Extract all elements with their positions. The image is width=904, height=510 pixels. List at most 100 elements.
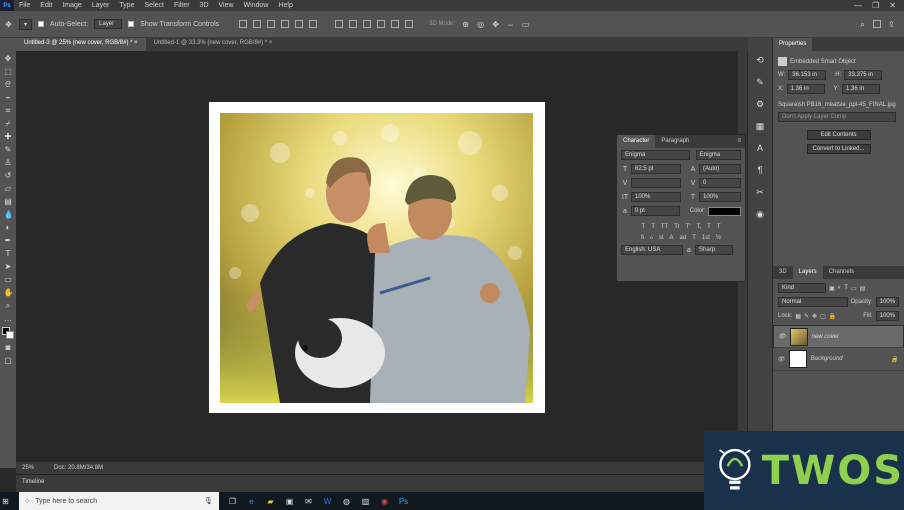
swatches-icon[interactable]: ▦ <box>754 120 766 132</box>
dodge-tool-icon[interactable]: ◐ <box>4 223 13 232</box>
ordinals-button[interactable]: 1st <box>702 235 710 241</box>
align-vcenter-icon[interactable] <box>253 20 262 28</box>
tracking-field[interactable]: 0 <box>699 178 741 188</box>
ligatures-button[interactable]: fi <box>641 235 644 241</box>
vertical-scale-field[interactable]: 100% <box>631 192 681 202</box>
blur-tool-icon[interactable]: 💧 <box>4 210 14 219</box>
tab-3d[interactable]: 3D <box>773 266 793 279</box>
close-button[interactable]: ✕ <box>889 1 896 10</box>
more-tools-icon[interactable]: … <box>4 314 13 323</box>
menu-edit[interactable]: Edit <box>35 2 57 9</box>
menu-window[interactable]: Window <box>239 2 274 9</box>
superscript-button[interactable]: T' <box>686 224 691 230</box>
type-tool-icon[interactable]: T <box>4 249 13 258</box>
distribute-hcenter-icon[interactable] <box>391 20 400 28</box>
menu-filter[interactable]: Filter <box>169 2 195 9</box>
timeline-tab[interactable]: Timeline <box>22 479 44 485</box>
tab-channels[interactable]: Channels <box>823 266 860 279</box>
lock-paint-icon[interactable]: ✎ <box>804 313 809 320</box>
eraser-tool-icon[interactable]: ▱ <box>4 184 13 193</box>
roll-3d-icon[interactable]: ◎ <box>476 20 485 29</box>
layer-filter-dropdown[interactable]: Kind <box>778 283 826 293</box>
leading-field[interactable]: (Auto) <box>699 164 741 174</box>
faux-italic-button[interactable]: T <box>651 224 655 230</box>
subscript-button[interactable]: T, <box>696 224 701 230</box>
underline-button[interactable]: T <box>707 224 711 230</box>
stamp-tool-icon[interactable]: ♙ <box>4 158 13 167</box>
lasso-tool-icon[interactable]: ᘓ <box>4 80 13 89</box>
mail-icon[interactable]: ✉ <box>303 496 314 507</box>
tools-icon[interactable]: ✂ <box>754 186 766 198</box>
blend-mode-dropdown[interactable]: Normal <box>778 297 848 307</box>
baseline-shift-field[interactable]: 0 pt <box>630 206 680 216</box>
distribute-top-icon[interactable] <box>335 20 344 28</box>
marquee-tool-icon[interactable]: ⬚ <box>4 67 13 76</box>
convert-to-linked-button[interactable]: Convert to Linked... <box>806 144 871 154</box>
doc-size[interactable]: Doc: 20.8M/34.8M <box>54 465 103 471</box>
pen-tool-icon[interactable]: ✒ <box>4 236 13 245</box>
word-icon[interactable]: W <box>322 496 333 507</box>
distribute-right-icon[interactable] <box>405 20 414 28</box>
screen-mode-icon[interactable]: ▢ <box>4 356 13 365</box>
fill-field[interactable]: 100% <box>875 311 899 321</box>
filter-shape-icon[interactable]: ▭ <box>851 285 857 292</box>
all-caps-button[interactable]: TT <box>661 224 668 230</box>
align-right-icon[interactable] <box>309 20 318 28</box>
history-icon[interactable]: ⟲ <box>754 54 766 66</box>
menu-layer[interactable]: Layer <box>87 2 115 9</box>
lock-artboard-icon[interactable]: ▢ <box>820 313 826 320</box>
edit-contents-button[interactable]: Edit Contents <box>806 130 871 140</box>
layer-name[interactable]: Background <box>811 356 843 362</box>
x-field[interactable]: 1.36 in <box>786 84 825 94</box>
restore-button[interactable]: ❐ <box>872 1 879 10</box>
healing-tool-icon[interactable]: ✚ <box>4 132 13 141</box>
menu-3d[interactable]: 3D <box>195 2 214 9</box>
strikethrough-button[interactable]: T <box>717 224 721 230</box>
show-transform-checkbox[interactable] <box>128 21 135 27</box>
font-style-dropdown[interactable]: Enigma <box>695 150 741 160</box>
lock-position-icon[interactable]: ✥ <box>812 313 817 320</box>
history-brush-icon[interactable]: ↺ <box>4 171 13 180</box>
align-hcenter-icon[interactable] <box>295 20 304 28</box>
language-dropdown[interactable]: English: USA <box>621 245 683 255</box>
move-tool-icon[interactable]: ✥ <box>4 20 13 29</box>
opacity-field[interactable]: 100% <box>875 297 899 307</box>
small-caps-button[interactable]: Tr <box>674 224 679 230</box>
y-field[interactable]: 1.36 in <box>842 84 881 94</box>
panel-menu-icon[interactable]: ≡ <box>733 135 745 148</box>
path-select-icon[interactable]: ➤ <box>4 262 13 271</box>
distribute-vcenter-icon[interactable] <box>349 20 358 28</box>
eyedropper-tool-icon[interactable]: ⌿ <box>4 119 13 128</box>
chrome-icon[interactable]: ◉ <box>379 496 390 507</box>
contextual-button[interactable]: ad <box>680 235 687 241</box>
layer-row-new-cover[interactable]: 👁 new cover <box>773 325 904 348</box>
orbit-3d-icon[interactable]: ⊛ <box>461 20 470 29</box>
move-tool-icon[interactable]: ✥ <box>4 54 13 63</box>
titling-button[interactable]: A <box>670 235 674 241</box>
faux-bold-button[interactable]: T <box>642 224 646 230</box>
app-icon[interactable]: ◍ <box>341 496 352 507</box>
menu-view[interactable]: View <box>214 2 239 9</box>
distribute-left-icon[interactable] <box>377 20 386 28</box>
windows-start-icon[interactable]: ⊞ <box>0 496 11 507</box>
auto-select-checkbox[interactable] <box>38 21 45 27</box>
height-field[interactable]: 33.375 in <box>844 70 883 80</box>
align-left-icon[interactable] <box>281 20 290 28</box>
visibility-eye-icon[interactable]: 👁 <box>777 356 785 363</box>
crop-tool-icon[interactable]: ⌗ <box>4 106 13 115</box>
taskbar-search-box[interactable]: ○ Type here to search 🎙 <box>19 492 219 510</box>
brush-tool-icon[interactable]: ✎ <box>4 145 13 154</box>
menu-type[interactable]: Type <box>114 2 139 9</box>
tab-untitled-1[interactable]: Untitled-1 @ 33.3% (new cover, RGB/8#) *… <box>145 38 281 51</box>
align-bottom-icon[interactable] <box>267 20 276 28</box>
old-style-button[interactable]: ℴ <box>650 234 653 241</box>
3d-icon[interactable]: ◉ <box>754 208 766 220</box>
task-view-icon[interactable]: ❐ <box>227 496 238 507</box>
menu-select[interactable]: Select <box>140 2 169 9</box>
font-size-field[interactable]: 62.5 pt <box>631 164 681 174</box>
antialias-dropdown[interactable]: Sharp <box>695 245 733 255</box>
gradient-tool-icon[interactable]: ▤ <box>4 197 13 206</box>
edge-icon[interactable]: e <box>246 496 257 507</box>
adjustments-icon[interactable]: ⚙ <box>754 98 766 110</box>
zoom-level[interactable]: 25% <box>22 465 34 471</box>
